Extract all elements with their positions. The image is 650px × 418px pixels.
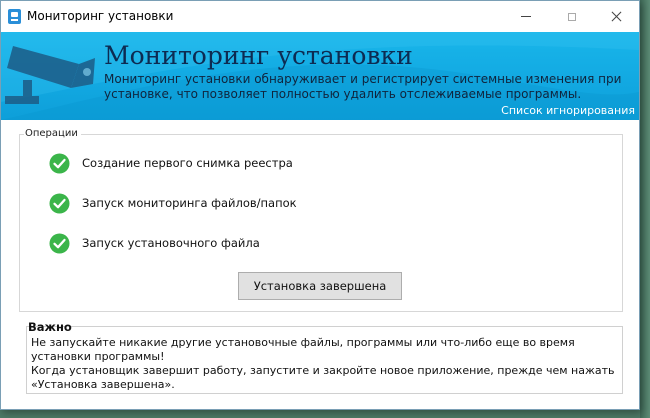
operations-legend: Операции <box>24 128 81 140</box>
maximize-button[interactable] <box>549 1 595 32</box>
ignore-list-link[interactable]: Список игнорирования <box>501 104 635 117</box>
desktop-background: Мониторинг установки Мониторинг установк… <box>0 0 650 418</box>
check-circle-icon <box>49 153 70 173</box>
step-label: Создание первого снимка реестра <box>82 156 293 170</box>
step-run-installer: Запуск установочного файла <box>49 232 260 254</box>
check-circle-icon <box>49 193 70 213</box>
install-monitor-window: Мониторинг установки Мониторинг установк… <box>0 0 640 410</box>
important-title: Важно <box>28 320 72 334</box>
banner-title: Мониторинг установки <box>104 41 413 70</box>
step-file-monitoring: Запуск мониторинга файлов/папок <box>49 192 297 214</box>
step-registry-snapshot: Создание первого снимка реестра <box>49 152 293 174</box>
step-label: Запуск установочного файла <box>82 236 260 250</box>
minimize-button[interactable] <box>503 1 549 32</box>
banner-description: Мониторинг установки обнаруживает и реги… <box>104 72 622 101</box>
desktop-edge <box>640 0 650 418</box>
close-icon <box>611 11 622 22</box>
check-circle-icon <box>49 233 70 253</box>
important-instruction-text: Когда установщик завершит работу, запуст… <box>31 364 615 391</box>
security-camera-icon <box>5 46 95 104</box>
installation-complete-button[interactable]: Установка завершена <box>238 272 402 300</box>
close-button[interactable] <box>593 1 639 32</box>
app-monitor-icon <box>8 9 21 24</box>
title-bar[interactable]: Мониторинг установки <box>1 1 639 32</box>
maximize-icon <box>568 12 576 21</box>
important-warning-text: Не запускайте никакие другие установочны… <box>31 336 575 363</box>
window-title: Мониторинг установки <box>27 9 174 23</box>
operations-group: Операции Создание первого снимка реестра… <box>19 128 623 312</box>
minimize-icon <box>521 16 531 17</box>
step-label: Запуск мониторинга файлов/папок <box>82 196 297 210</box>
header-banner: Мониторинг установки Мониторинг установк… <box>1 32 639 120</box>
